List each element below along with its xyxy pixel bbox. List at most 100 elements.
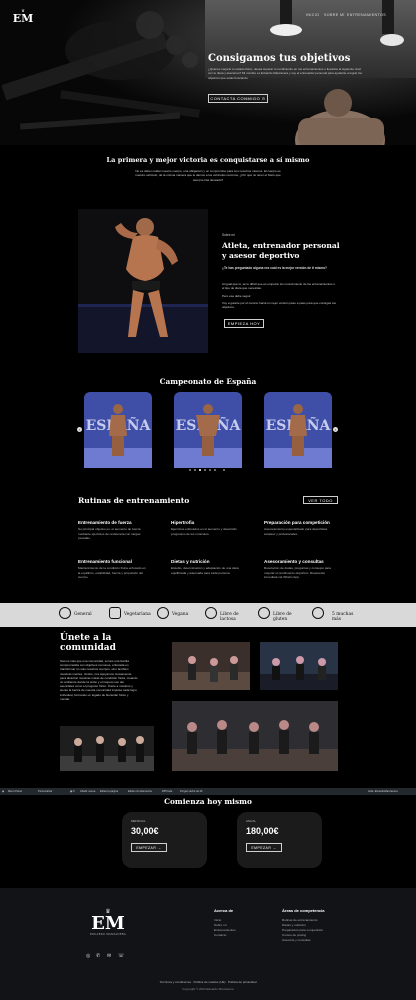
logo[interactable]: ♛ EM [11,8,35,30]
logo-text: EM [12,12,34,25]
carousel-next-icon[interactable]: › [333,427,338,432]
email-icon[interactable]: ✉ [107,953,111,959]
toolbar-user[interactable]: Hola, EduardoManzanera [368,790,398,793]
routine-title: Asesoramiento y consultas [264,559,324,564]
page: ♛ EM INICIO SOBRE MÍ ENTRENAMIENTOS Cons… [0,0,416,1000]
championship-slide-1[interactable]: ESPAÑA [84,392,152,468]
plate-icon [312,607,324,619]
intro-title: La primera y mejor victoria es conquista… [106,156,310,164]
routine-title: Preparación para competición [264,520,330,525]
view-all-button[interactable]: VER TODO [303,496,338,504]
routines-title: Rutinas de entrenamiento [78,496,190,505]
about-title: Atleta, entrenador personal y asesor dep… [222,241,340,260]
footer-link[interactable]: Cursos de posing [282,933,306,938]
footer-link[interactable]: Entrenamientos [214,928,236,933]
toolbar-item[interactable]: WPCode [162,790,172,793]
footer-link[interactable]: Rutinas de entrenamiento [282,918,317,923]
start-today-button[interactable]: EMPIEZA HOY [224,319,264,328]
carousel-dot[interactable] [204,469,206,471]
about-p2: Pero ese debe seguir. [222,294,252,298]
footer-link[interactable]: Asesoría y consultas [282,938,311,943]
plan-name: MENSUAL [131,819,146,823]
nav-entrenamientos[interactable]: ENTRENAMIENTOS [347,13,386,17]
instagram-icon[interactable]: ◎ [86,953,90,959]
routine-desc: Resolución de dudas, preguntas y consejo… [264,566,331,580]
apple-icon [59,607,71,619]
contact-button[interactable]: CONTACTA CONMIGO ⊙ [208,94,268,103]
carousel-dot[interactable] [189,469,191,471]
diet-libre-gluten: Libre de gluten [273,612,292,622]
admin-toolbar [0,788,416,795]
carousel-dot[interactable] [223,469,225,471]
carousel-dot[interactable] [194,469,196,471]
diet-vegana: Vegana [172,612,189,617]
routine-desc: Su principal objetivo es: el aumento de … [78,527,141,541]
broccoli-icon [109,607,121,619]
about-p1: Al igual que tú, sé lo difícil que es em… [222,282,336,291]
toolbar-item[interactable]: Personalizar [38,790,52,793]
start-title: Comienza hoy mismo [164,797,252,806]
about-eyebrow: Sobre mí [222,233,235,237]
no-milk-icon [205,607,217,619]
toolbar-item[interactable]: Añadir nueva [80,790,95,793]
diet-more: 5 muchas más [332,612,354,622]
footer-copyright: Copyright © 2024 Eduardo Manzanera [182,987,234,991]
toolbar-item[interactable]: Editar con Elementor [128,790,152,793]
footer-link[interactable]: Contacto [214,933,226,938]
footer-link[interactable]: Preparación para competición [282,928,323,933]
carousel-dot[interactable] [214,469,216,471]
carousel-dot[interactable] [199,469,201,471]
routine-title: Dietas y nutrición [171,559,210,564]
diet-general: General [74,612,92,617]
plan-start-button[interactable]: EMPEZAR → [246,843,282,852]
no-gluten-icon [258,607,270,619]
championship-title: Campeonato de España [159,377,257,386]
about-p3: Voy a guiarte por el camino hacia tu mej… [222,301,336,310]
hero-text: ¿Quieres mejorar tu estado físico, desea… [208,67,362,80]
footer-link[interactable]: Sobre mí [214,923,227,928]
toolbar-item[interactable]: Editar la página [100,790,118,793]
carousel-dot[interactable] [209,469,211,471]
community-photo-4 [60,726,154,771]
hero-title: Consigamos tus objetivos [208,53,351,64]
routine-title: Entrenamiento funcional [78,559,132,564]
community-title: Únete a la comunidad [60,633,116,653]
plan-name: ANUAL [246,819,257,823]
footer-brand: EDUARDO MANZANERA [90,933,126,936]
carousel-prev-icon[interactable]: ‹ [77,427,82,432]
footer-link[interactable]: Dietas y nutrición [282,923,306,928]
diet-libre-lactosa: Libre de lactosa [220,612,239,622]
footer-logo-text: EM [91,913,125,934]
intro-text: No es deber cuidar nuestro cuerpo, una o… [135,169,281,182]
routine-desc: Asesoramiento especializado para deporti… [264,527,328,536]
footer-col2-title: Áreas de competencia [282,908,325,913]
routine-title: Hipertrofia [171,520,195,525]
phone-icon[interactable]: ☏ [118,953,124,959]
community-photo-2 [260,642,338,690]
routine-title: Entrenamiento de fuerza [78,520,132,525]
routine-desc: Mantenimiento de la condición física enf… [78,566,146,580]
hero-section: ♛ EM INICIO SOBRE MÍ ENTRENAMIENTOS Cons… [0,0,416,145]
championship-slide-2[interactable]: ESPAÑA [174,392,242,468]
toolbar-item[interactable]: Purgar caché de lib [180,790,202,793]
whatsapp-icon[interactable]: ✆ [96,953,100,959]
community-photo-3 [172,701,338,771]
routine-desc: Estudio, determinación y adaptación de u… [171,566,239,575]
vegan-icon [157,607,169,619]
diet-vegetariana: Vegetariana [124,612,151,617]
wp-logo-icon[interactable]: ◉ [2,790,4,793]
toolbar-comments-icon[interactable]: ▣ 0 [70,790,75,793]
footer-link[interactable]: Inicio [214,918,221,923]
about-question: ¿Te has preguntado alguna vez cuál es la… [222,266,327,270]
plan-price: 180,00€ [246,826,279,836]
championship-slide-3[interactable]: ESPAÑA [264,392,332,468]
nav-inicio[interactable]: INICIO [306,13,319,17]
nav-sobre-mi[interactable]: SOBRE MÍ [324,13,345,17]
footer-legal-links[interactable]: Términos y condiciones Política de cooki… [0,980,416,984]
plan-start-button[interactable]: EMPEZAR → [131,843,167,852]
toolbar-item[interactable]: Menú Panel [8,790,22,793]
community-photo-1 [172,642,250,690]
community-text: Somos más que una comunidad, somos una f… [60,659,138,701]
footer-logo: ♛ EM EDUARDO MANZANERA [84,908,132,936]
plan-price: 30,00€ [131,826,159,836]
